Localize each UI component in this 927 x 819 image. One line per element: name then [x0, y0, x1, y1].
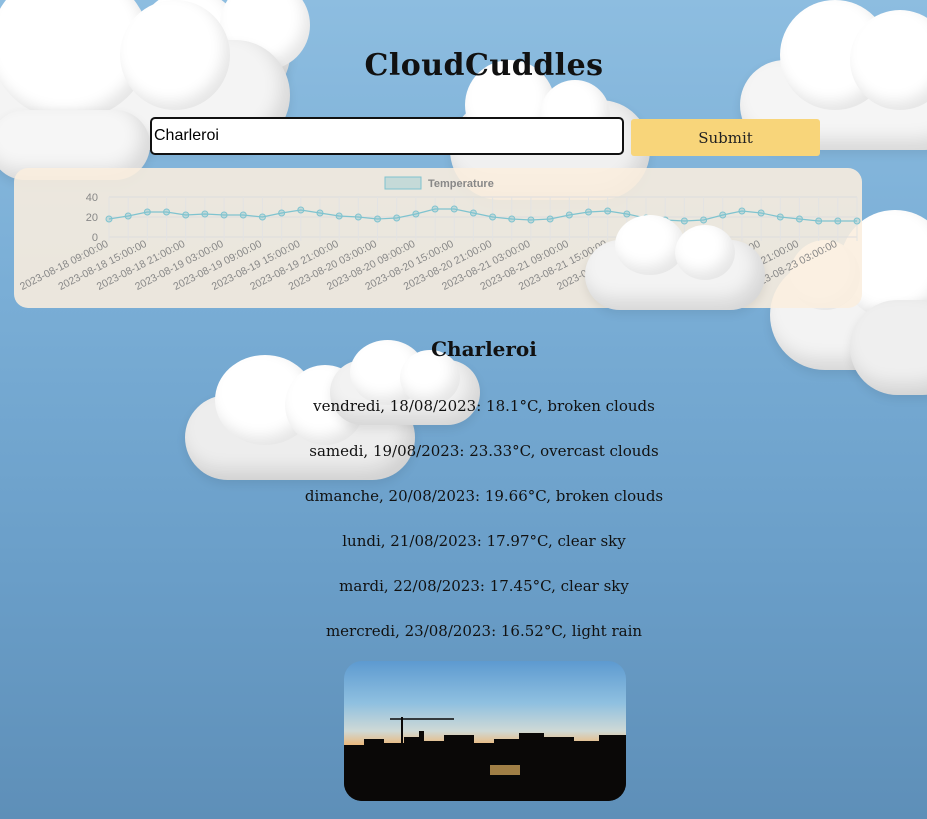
temperature-point — [489, 213, 497, 221]
forecast-day: dimanche, 20/08/2023: 19.66°C, broken cl… — [304, 487, 664, 505]
temperature-point — [719, 211, 727, 219]
forecast-day: lundi, 21/08/2023: 17.97°C, clear sky — [342, 532, 626, 550]
legend-label: Temperature — [428, 178, 494, 190]
background-cloud — [330, 340, 480, 425]
app-title: CloudCuddles — [364, 48, 604, 83]
temperature-point — [623, 210, 631, 218]
temperature-point — [604, 207, 612, 215]
temperature-point — [201, 210, 209, 218]
forecast-city-title: Charleroi — [431, 337, 537, 361]
y-tick-label: 40 — [86, 192, 98, 204]
temperature-point — [815, 217, 823, 225]
temperature-point — [335, 212, 343, 220]
temperature-point — [469, 209, 477, 217]
temperature-point — [105, 215, 113, 223]
temperature-point — [354, 213, 362, 221]
temperature-point — [527, 216, 535, 224]
temperature-point — [584, 208, 592, 216]
temperature-point — [220, 211, 228, 219]
temperature-point — [738, 207, 746, 215]
temperature-point — [700, 216, 708, 224]
forecast-day: samedi, 19/08/2023: 23.33°C, overcast cl… — [309, 442, 659, 460]
skyline-silhouette — [344, 717, 626, 801]
temperature-point — [393, 214, 401, 222]
temperature-point — [834, 217, 842, 225]
temperature-point — [239, 211, 247, 219]
y-tick-label: 20 — [86, 212, 98, 224]
temperature-point — [680, 217, 688, 225]
forecast-day: mercredi, 23/08/2023: 16.52°C, light rai… — [325, 622, 643, 640]
temperature-point — [278, 209, 286, 217]
temperature-point — [565, 211, 573, 219]
temperature-point — [776, 213, 784, 221]
temperature-point — [450, 205, 458, 213]
temperature-point — [182, 211, 190, 219]
temperature-point — [374, 215, 382, 223]
submit-button[interactable]: Submit — [631, 119, 820, 156]
temperature-point — [508, 215, 516, 223]
temperature-point — [546, 215, 554, 223]
city-search-input[interactable] — [150, 117, 624, 155]
temperature-point — [795, 215, 803, 223]
background-cloud — [585, 215, 765, 310]
temperature-point — [143, 208, 151, 216]
city-skyline-photo — [344, 661, 626, 801]
forecast-day: vendredi, 18/08/2023: 18.1°C, broken clo… — [313, 397, 655, 415]
temperature-point — [297, 206, 305, 214]
temperature-point — [258, 213, 266, 221]
temperature-point — [163, 208, 171, 216]
temperature-point — [431, 205, 439, 213]
temperature-point — [316, 209, 324, 217]
temperature-point — [124, 212, 132, 220]
legend-swatch — [384, 176, 422, 190]
forecast-day: mardi, 22/08/2023: 17.45°C, clear sky — [339, 577, 629, 595]
temperature-point — [757, 209, 765, 217]
temperature-point — [412, 210, 420, 218]
temperature-point — [853, 217, 861, 225]
